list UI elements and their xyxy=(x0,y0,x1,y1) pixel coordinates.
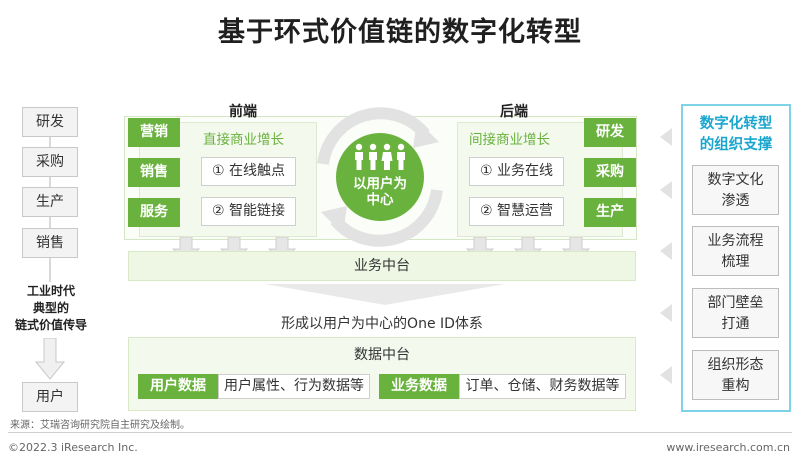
left-triangle-icon xyxy=(660,128,672,146)
page-title: 基于环式价值链的数字化转型 xyxy=(218,17,582,48)
org-support-title-line: 的组织支撑 xyxy=(699,137,773,153)
down-arrow-icon xyxy=(35,338,65,380)
front-button-service: 服务 xyxy=(128,198,180,227)
front-end-subtitle: 直接商业增长 xyxy=(203,132,284,148)
front-button-sales: 销售 xyxy=(128,158,180,187)
org-item-line: 打通 xyxy=(721,316,750,332)
org-item-break-barriers: 部门壁垒 打通 xyxy=(692,288,779,338)
one-id-label: 形成以用户为中心的One ID体系 xyxy=(281,316,483,332)
front-point-smart-link: ② 智能链接 xyxy=(201,197,296,226)
business-data-tag: 业务数据 xyxy=(379,374,459,399)
back-point-smart-operation: ② 智慧运营 xyxy=(469,197,564,226)
user-center-line: 以用户为 xyxy=(353,176,407,192)
org-item-digital-culture: 数字文化 渗透 xyxy=(692,165,779,215)
back-button-production: 生产 xyxy=(584,198,636,227)
chain-item-user: 用户 xyxy=(22,382,78,412)
footer-copyright: ©2022.3 iResearch Inc. xyxy=(8,441,138,454)
chain-caption: 工业时代 典型的 链式价值传导 xyxy=(8,283,94,334)
user-center-line: 中心 xyxy=(366,192,394,208)
business-platform-bar: 业务中台 xyxy=(128,251,636,281)
source-note: 来源：艾瑞咨询研究院自主研究及绘制。 xyxy=(10,420,190,431)
org-support-title: 数字化转型 的组织支撑 xyxy=(683,114,789,156)
user-data-tag: 用户数据 xyxy=(138,374,218,399)
chain-caption-line: 工业时代 xyxy=(26,284,75,298)
data-platform-title: 数据中台 xyxy=(354,347,410,363)
footer-divider xyxy=(8,432,792,433)
org-item-line: 部门壁垒 xyxy=(707,295,764,311)
chain-item-procurement: 采购 xyxy=(22,147,78,177)
org-support-title-line: 数字化转型 xyxy=(699,116,773,132)
people-icon xyxy=(355,143,405,170)
chain-item-production: 生产 xyxy=(22,187,78,217)
front-end-header: 前端 xyxy=(229,104,257,120)
left-triangle-icon xyxy=(660,181,672,199)
chain-item-rnd: 研发 xyxy=(22,107,78,137)
org-item-line: 组织形态 xyxy=(707,357,764,373)
org-item-line: 梳理 xyxy=(721,254,750,270)
front-button-marketing: 营销 xyxy=(128,118,180,147)
footer-website: www.iresearch.com.cn xyxy=(666,441,790,454)
left-triangle-icon xyxy=(660,242,672,260)
back-end-header: 后端 xyxy=(500,104,528,120)
chain-caption-line: 链式价值传导 xyxy=(14,318,87,332)
back-point-business-online: ① 业务在线 xyxy=(469,157,564,186)
back-button-rnd: 研发 xyxy=(584,118,636,147)
org-item-process-sorting: 业务流程 梳理 xyxy=(692,226,779,276)
chain-caption-line: 典型的 xyxy=(32,301,69,315)
user-center-label: 以用户为 中心 xyxy=(336,176,424,208)
org-item-line: 数字文化 xyxy=(707,172,764,188)
business-data-desc: 订单、仓储、财务数据等 xyxy=(459,374,626,399)
back-button-procurement: 采购 xyxy=(584,158,636,187)
chain-item-sales: 销售 xyxy=(22,228,78,258)
org-item-reconstruct: 组织形态 重构 xyxy=(692,350,779,400)
left-triangle-icon xyxy=(660,304,672,322)
org-item-line: 业务流程 xyxy=(707,233,764,249)
org-item-line: 重构 xyxy=(721,378,750,394)
user-data-desc: 用户属性、行为数据等 xyxy=(218,374,370,399)
org-item-line: 渗透 xyxy=(721,193,750,209)
back-end-subtitle: 间接商业增长 xyxy=(469,132,550,148)
funnel-arrow-icon xyxy=(265,284,505,305)
front-point-online-touch: ① 在线触点 xyxy=(201,157,296,186)
left-triangle-icon xyxy=(660,366,672,384)
